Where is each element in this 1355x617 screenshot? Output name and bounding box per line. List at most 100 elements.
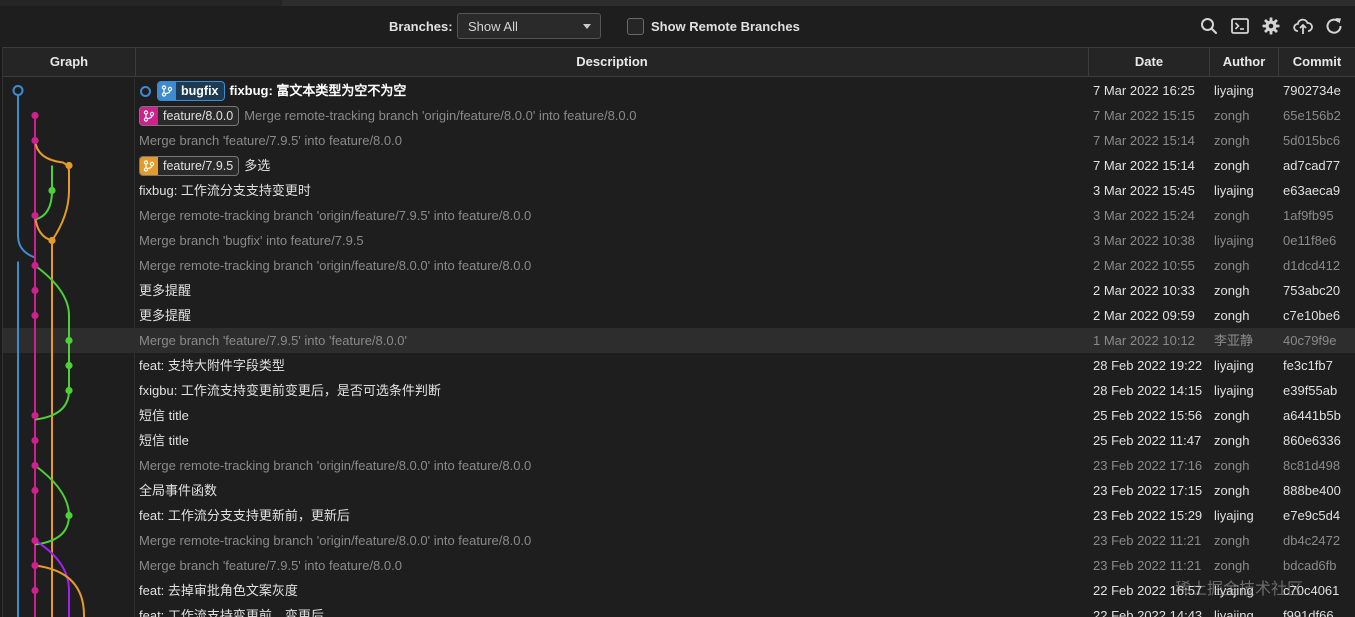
show-remote-checkbox[interactable]: [627, 18, 644, 35]
search-icon[interactable]: [1199, 16, 1219, 36]
commit-message: Merge branch 'feature/7.9.5' into featur…: [139, 133, 402, 148]
commit-node[interactable]: [31, 436, 39, 445]
commit-row[interactable]: fxigbu: 工作流支持变更前变更后，是否可选条件判断 28 Feb 2022 …: [3, 378, 1355, 403]
show-remote-label[interactable]: Show Remote Branches: [651, 19, 800, 34]
commit-node[interactable]: [31, 311, 39, 320]
commit-hash: 8c81d498: [1283, 458, 1341, 473]
commit-author: zongh: [1214, 108, 1250, 123]
commit-row[interactable]: 短信 title 25 Feb 2022 11:47 zongh 860e6336: [3, 428, 1355, 453]
commit-row[interactable]: feat: 去掉审批角色文案灰度 22 Feb 2022 16:57 liyajin…: [3, 578, 1355, 603]
commit-node[interactable]: [12, 85, 24, 96]
commit-node[interactable]: [31, 536, 39, 545]
commit-row[interactable]: bugfix fixbug: 富文本类型为空不为空 7 Mar 2022 16:25…: [3, 78, 1355, 103]
header-author[interactable]: Author: [1209, 48, 1278, 76]
header-graph[interactable]: Graph: [3, 48, 135, 76]
commit-description: 更多提醒: [139, 303, 1087, 328]
commit-author: liyajing: [1214, 358, 1254, 373]
commit-row[interactable]: Merge branch 'feature/7.9.5' into featur…: [3, 128, 1355, 153]
commit-hash: 5d015bc6: [1283, 133, 1341, 148]
commit-node[interactable]: [31, 111, 39, 120]
commit-author: liyajing: [1214, 508, 1254, 523]
commit-row[interactable]: feat: 工作流支持变更前，变更后 22 Feb 2022 14:43 liyaj…: [3, 603, 1355, 617]
commit-row[interactable]: 短信 title 25 Feb 2022 15:56 zongh a6441b5b: [3, 403, 1355, 428]
commit-description: bugfix fixbug: 富文本类型为空不为空: [139, 78, 1087, 103]
commit-author: zongh: [1214, 308, 1250, 323]
commit-author: zongh: [1214, 283, 1250, 298]
commit-node[interactable]: [65, 386, 73, 395]
watermark: 稀土掘金技术社区: [1175, 581, 1304, 598]
commit-message: 更多提醒: [139, 308, 192, 323]
commit-node[interactable]: [31, 486, 39, 495]
branch-tag[interactable]: bugfix: [157, 80, 225, 101]
commit-node[interactable]: [31, 261, 39, 270]
commit-row[interactable]: 全局事件函数 23 Feb 2022 17:15 zongh 888be400: [3, 478, 1355, 503]
commit-row[interactable]: Merge branch 'bugfix' into feature/7.9.5…: [3, 228, 1355, 253]
commit-row[interactable]: Merge remote-tracking branch 'origin/fea…: [3, 528, 1355, 553]
commit-node[interactable]: [31, 586, 39, 595]
commit-row[interactable]: feature/7.9.5 多选 7 Mar 2022 15:14 zongh ad7c…: [3, 153, 1355, 178]
commit-row[interactable]: Merge branch 'feature/7.9.5' into featur…: [3, 553, 1355, 578]
commit-row[interactable]: Merge remote-tracking branch 'origin/fea…: [3, 203, 1355, 228]
commit-node[interactable]: [48, 236, 56, 245]
commit-node[interactable]: [31, 286, 39, 295]
header-commit[interactable]: Commit: [1278, 48, 1355, 76]
commit-description: 短信 title: [139, 403, 1087, 428]
commit-node[interactable]: [65, 511, 73, 520]
commit-row[interactable]: feat: 支持大附件字段类型 28 Feb 2022 19:22 liyajing…: [3, 353, 1355, 378]
commit-date: 2 Mar 2022 10:55: [1093, 258, 1195, 273]
header-date[interactable]: Date: [1088, 48, 1209, 76]
commit-date: 7 Mar 2022 15:14: [1093, 158, 1195, 173]
commit-node[interactable]: [65, 336, 73, 345]
branch-tag[interactable]: feature/8.0.0: [139, 105, 240, 126]
commit-author: zongh: [1214, 458, 1250, 473]
header-description[interactable]: Description: [135, 48, 1088, 76]
commit-message: Merge branch 'feature/7.9.5' into 'featu…: [139, 333, 407, 348]
commit-message: feat: 支持大附件字段类型: [139, 358, 285, 373]
commit-node[interactable]: [31, 561, 39, 570]
commit-message: Merge branch 'feature/7.9.5' into featur…: [139, 558, 402, 573]
commit-row[interactable]: Merge remote-tracking branch 'origin/fea…: [3, 253, 1355, 278]
commit-hash: 0e11f8e6: [1283, 233, 1337, 248]
branch-icon: [140, 106, 158, 125]
commit-author: liyajing: [1214, 383, 1254, 398]
commit-date: 23 Feb 2022 17:16: [1093, 458, 1203, 473]
commit-row[interactable]: fixbug: 工作流分支支持变更时 3 Mar 2022 15:45 liyaji…: [3, 178, 1355, 203]
commit-node[interactable]: [65, 361, 73, 370]
commit-hash: 7902734e: [1283, 83, 1341, 98]
cloud-upload-icon[interactable]: [1293, 16, 1313, 36]
commit-date: 7 Mar 2022 15:14: [1093, 133, 1195, 148]
refresh-icon[interactable]: [1324, 16, 1344, 36]
commit-description: 短信 title: [139, 428, 1087, 453]
branches-select[interactable]: Show All: [457, 13, 601, 39]
commit-author: 李亚静: [1214, 333, 1254, 348]
commit-row[interactable]: feature/8.0.0 Merge remote-tracking branc…: [3, 103, 1355, 128]
commit-description: Merge branch 'feature/7.9.5' into 'featu…: [139, 328, 1087, 353]
commit-node[interactable]: [65, 161, 73, 170]
commit-hash: f991df66: [1283, 608, 1334, 617]
commit-row[interactable]: Merge branch 'feature/7.9.5' into 'featu…: [3, 328, 1355, 353]
commit-row[interactable]: 更多提醒 2 Mar 2022 10:33 zongh 753abc20: [3, 278, 1355, 303]
commit-hash: 888be400: [1283, 483, 1341, 498]
branch-icon: [158, 81, 176, 100]
commit-message: 多选: [244, 158, 271, 173]
gear-icon[interactable]: [1261, 16, 1281, 36]
commit-node[interactable]: [31, 136, 39, 145]
commit-author: zongh: [1214, 158, 1250, 173]
commit-description: Merge branch 'feature/7.9.5' into featur…: [139, 553, 1087, 578]
commit-row[interactable]: feat: 工作流分支支持更新前，更新后 23 Feb 2022 15:29 liy…: [3, 503, 1355, 528]
commit-date: 22 Feb 2022 14:43: [1093, 608, 1203, 617]
commit-message: feat: 工作流支持变更前，变更后: [139, 608, 324, 617]
terminal-icon[interactable]: [1230, 16, 1250, 36]
branch-tag[interactable]: feature/7.9.5: [139, 155, 240, 176]
commit-description: Merge remote-tracking branch 'origin/fea…: [139, 203, 1087, 228]
commit-hash: ad7cad77: [1283, 158, 1341, 173]
commit-node[interactable]: [31, 411, 39, 420]
commit-row[interactable]: 更多提醒 2 Mar 2022 09:59 zongh c7e10be6: [3, 303, 1355, 328]
commit-row[interactable]: Merge remote-tracking branch 'origin/fea…: [3, 453, 1355, 478]
commit-description: Merge branch 'bugfix' into feature/7.9.5: [139, 228, 1087, 253]
commit-node[interactable]: [48, 186, 56, 195]
toolbar: Branches: Show All Show Remote Branches: [0, 6, 1355, 46]
commit-message: Merge remote-tracking branch 'origin/fea…: [244, 108, 637, 123]
commit-node[interactable]: [31, 461, 39, 470]
commit-node[interactable]: [31, 211, 39, 220]
